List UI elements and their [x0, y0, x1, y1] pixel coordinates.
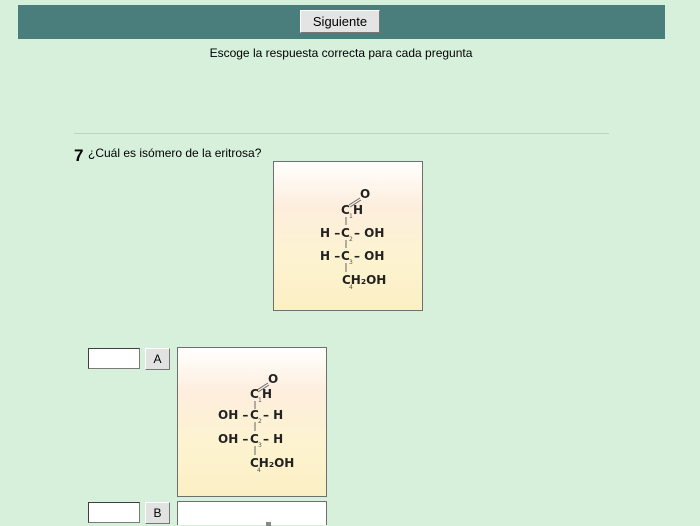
divider [74, 133, 609, 134]
option-b-button[interactable]: B [145, 502, 170, 524]
carbon-1-hydrogen: H [353, 203, 363, 217]
carbon-3-index: 3 [258, 442, 262, 449]
question-molecule-diagram: O C 1 H H – C 2 – OH H – C 3 – OH CH₂OH … [320, 187, 386, 291]
carbon-2-index: 2 [258, 418, 262, 425]
option-b-molecule-image [177, 501, 327, 526]
carbon-4-index: 4 [349, 284, 353, 291]
carbon-3-index: 3 [349, 259, 353, 266]
carbon-1-hydrogen: H [262, 387, 272, 401]
answer-input-b[interactable] [88, 502, 140, 523]
row3-right-group: – OH [354, 249, 384, 263]
carbon-2-index: 2 [349, 236, 353, 243]
row3-left-group: OH – [218, 432, 248, 446]
aldehyde-oxygen: O [360, 187, 370, 201]
row2-right-group: – OH [354, 226, 384, 240]
carbon-4-index: 4 [257, 467, 261, 474]
top-toolbar: Siguiente [18, 5, 665, 39]
molecule-fragment [266, 522, 271, 526]
option-a-molecule-diagram: O C 1 H OH – C 2 – H OH – C 3 – H CH₂OH … [218, 372, 294, 474]
row2-right-group: – H [263, 408, 283, 422]
option-a-molecule-image: O C 1 H OH – C 2 – H OH – C 3 – H CH₂OH … [177, 347, 327, 497]
answer-input-a[interactable] [88, 348, 140, 369]
aldehyde-oxygen: O [268, 372, 278, 386]
instructions-text: Escoge la respuesta correcta para cada p… [209, 46, 473, 60]
question-molecule-image: O C 1 H H – C 2 – OH H – C 3 – OH CH₂OH … [273, 161, 423, 311]
row3-left-group: H – [320, 249, 340, 263]
option-b-molecule-diagram [266, 522, 271, 526]
question-number: 7 [74, 146, 84, 165]
row3-right-group: – H [263, 432, 283, 446]
option-a-button[interactable]: A [145, 348, 170, 370]
row2-left-group: H – [320, 226, 340, 240]
row2-left-group: OH – [218, 408, 248, 422]
next-button[interactable]: Siguiente [300, 10, 380, 33]
question-text: ¿Cuál es isómero de la eritrosa? [88, 146, 262, 160]
